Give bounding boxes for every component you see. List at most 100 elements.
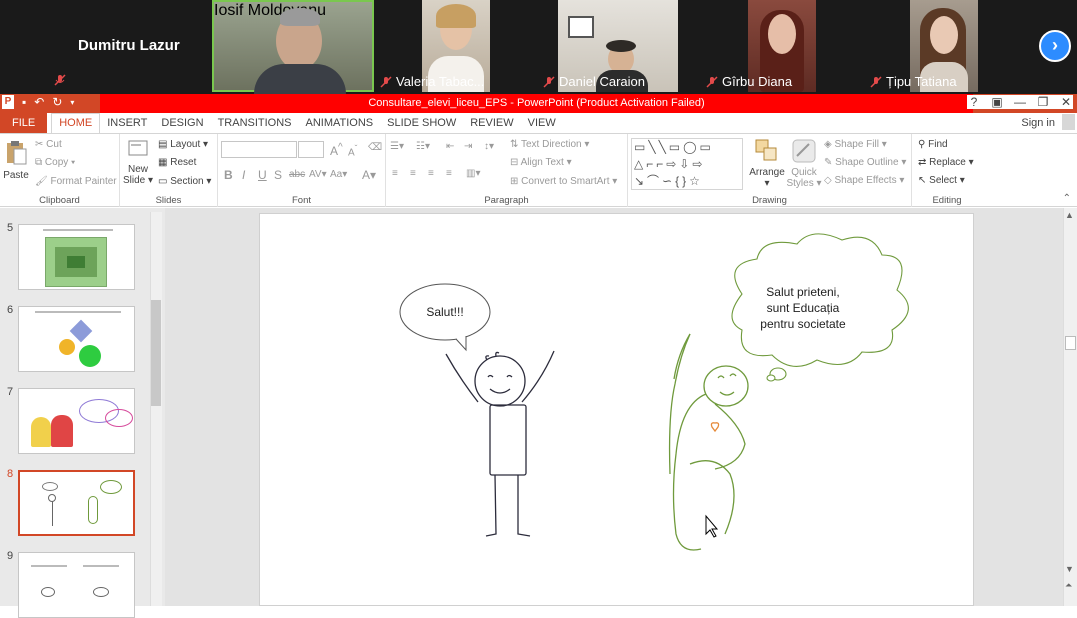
- cloud-text-line1: Salut prieteni,: [766, 285, 839, 299]
- thumbnail-scrollbar[interactable]: [150, 212, 162, 606]
- shapes-gallery[interactable]: ▭╲╲▭◯▭ △⌐⌐⇨⇩⇨ ↘⌒∽{}☆: [631, 138, 743, 190]
- columns-icon[interactable]: ▥▾: [466, 168, 480, 179]
- tab-transitions[interactable]: TRANSITIONS: [211, 117, 299, 129]
- participant-video-iosif[interactable]: Iosif Moldovanu: [212, 0, 374, 94]
- window-controls: ? ▣ — ❐ ✕: [967, 95, 1073, 109]
- collapse-ribbon-icon[interactable]: ⌃: [1063, 193, 1071, 204]
- tab-view[interactable]: VIEW: [521, 117, 563, 129]
- shape-fill-button[interactable]: ◈ Shape Fill ▾: [824, 139, 887, 150]
- pen-icon: ✎: [824, 157, 833, 168]
- arrange-button[interactable]: Arrange ▾: [746, 138, 788, 189]
- slide-thumbnail-pane: 5 6 7 8 9: [0, 208, 165, 618]
- previous-slide-icon[interactable]: ⏶: [1065, 580, 1072, 591]
- redo-icon[interactable]: ↻: [52, 95, 62, 109]
- char-spacing-button[interactable]: AV▾: [309, 169, 327, 180]
- copy-button[interactable]: ⧉ Copy ▾: [35, 157, 75, 168]
- bullets-icon[interactable]: ☰▾: [390, 141, 404, 152]
- align-right-icon[interactable]: ≡: [428, 168, 434, 179]
- strikethrough-button[interactable]: abc: [289, 169, 305, 180]
- close-icon[interactable]: ✕: [1059, 95, 1073, 109]
- layout-button[interactable]: ▤ Layout ▾: [158, 139, 208, 150]
- editing-group: ⚲ Find ⇄ Replace ▾ ↖ Select ▾ Editing: [912, 134, 982, 207]
- zoom-participant-strip: Dumitru Lazur Iosif Moldovanu Valeria Ta…: [0, 0, 1077, 94]
- change-case-button[interactable]: Aa▾: [330, 169, 347, 180]
- customize-qat-icon[interactable]: ▾: [70, 98, 74, 107]
- participant-name-large: Dumitru Lazur: [78, 37, 180, 54]
- font-size-select[interactable]: [298, 141, 324, 158]
- tab-file[interactable]: FILE: [0, 113, 48, 133]
- cut-button[interactable]: ✂ Cut: [35, 139, 62, 150]
- chevron-right-icon[interactable]: ›: [1039, 30, 1071, 62]
- slide-thumbnail-6[interactable]: [18, 306, 135, 372]
- underline-button[interactable]: U: [258, 168, 267, 182]
- user-avatar-icon[interactable]: [1062, 114, 1075, 130]
- tab-design[interactable]: DESIGN: [154, 117, 210, 129]
- sign-in-link[interactable]: Sign in: [1021, 117, 1055, 129]
- slide-thumbnail-7[interactable]: [18, 388, 135, 454]
- bold-button[interactable]: B: [224, 168, 233, 182]
- italic-button[interactable]: I: [242, 168, 245, 182]
- numbering-icon[interactable]: ☷▾: [416, 141, 430, 152]
- align-left-icon[interactable]: ≡: [392, 168, 398, 179]
- tab-slide-show[interactable]: SLIDE SHOW: [380, 117, 463, 129]
- slide-thumbnail-8[interactable]: [18, 470, 135, 536]
- shape-outline-button[interactable]: ✎ Shape Outline ▾: [824, 157, 906, 168]
- undo-icon[interactable]: ↶: [34, 95, 44, 109]
- tab-insert[interactable]: INSERT: [100, 117, 154, 129]
- line-spacing-icon[interactable]: ↕▾: [484, 141, 494, 152]
- maximize-icon[interactable]: ❐: [1036, 95, 1050, 109]
- font-name-select[interactable]: [221, 141, 297, 158]
- justify-icon[interactable]: ≡: [446, 168, 452, 179]
- new-slide-button[interactable]: New Slide ▾: [122, 137, 154, 186]
- align-text-button[interactable]: ⊟ Align Text ▾: [510, 157, 572, 168]
- ribbon-tabs: FILE HOME INSERT DESIGN TRANSITIONS ANIM…: [0, 113, 1077, 133]
- shape-effects-button[interactable]: ◇ Shape Effects ▾: [824, 175, 904, 186]
- brush-icon: 🖌: [35, 176, 48, 187]
- scroll-thumb[interactable]: [1065, 336, 1076, 350]
- tab-animations[interactable]: ANIMATIONS: [299, 117, 381, 129]
- move-cursor-icon: [705, 514, 719, 538]
- shadow-text-button[interactable]: S: [274, 168, 282, 182]
- find-button[interactable]: ⚲ Find: [918, 139, 948, 150]
- align-text-icon: ⊟: [510, 157, 519, 168]
- decrease-indent-icon[interactable]: ⇤: [446, 141, 454, 152]
- grow-font-button[interactable]: A^: [330, 142, 343, 158]
- font-group: A^ Aˇ ⌫ B I U S abc AV▾ Aa▾ A▾ Font: [218, 134, 386, 207]
- participant-name-daniel: Daniel Caraion: [543, 74, 645, 89]
- binoculars-icon: ⚲: [918, 139, 926, 150]
- restore-ribbon-icon[interactable]: ▣: [990, 95, 1004, 109]
- bubble-text-left: Salut!!!: [426, 305, 463, 319]
- paste-icon: [7, 141, 27, 165]
- main-vertical-scrollbar[interactable]: ▲ ▼ ⏶: [1063, 208, 1077, 606]
- replace-button[interactable]: ⇄ Replace ▾: [918, 157, 974, 168]
- slide-thumbnail-9[interactable]: [18, 552, 135, 618]
- slide-thumbnail-5[interactable]: [18, 224, 135, 290]
- muted-mic-icon: [543, 75, 555, 88]
- cursor-icon: ↖: [918, 175, 927, 186]
- thumbnail-scroll-thumb[interactable]: [151, 300, 161, 406]
- slide-canvas[interactable]: Salut!!! Salut prieteni, sunt Educația p…: [259, 213, 974, 606]
- quick-styles-button[interactable]: Quick Styles ▾: [786, 138, 822, 189]
- paste-button[interactable]: Paste: [3, 139, 29, 181]
- select-button[interactable]: ↖ Select ▾: [918, 175, 965, 186]
- drawing-label: Drawing: [752, 195, 787, 206]
- clear-format-icon[interactable]: ⌫: [368, 142, 382, 153]
- tab-home[interactable]: HOME: [51, 113, 101, 133]
- thumb-number: 6: [7, 304, 14, 316]
- align-center-icon[interactable]: ≡: [410, 168, 416, 179]
- font-color-button[interactable]: A▾: [362, 168, 376, 182]
- increase-indent-icon[interactable]: ⇥: [464, 141, 472, 152]
- reset-button[interactable]: ▦ Reset: [158, 157, 196, 168]
- muted-mic-icon: [54, 74, 66, 89]
- minimize-icon[interactable]: —: [1013, 95, 1027, 109]
- participant-name-valeria: Valeria Tabac...: [380, 74, 484, 89]
- shrink-font-button[interactable]: Aˇ: [348, 143, 357, 158]
- tab-review[interactable]: REVIEW: [463, 117, 520, 129]
- save-icon[interactable]: ▪: [22, 95, 26, 109]
- text-direction-button[interactable]: ⇅ Text Direction ▾: [510, 139, 589, 150]
- help-icon[interactable]: ?: [967, 95, 981, 109]
- convert-smartart-button[interactable]: ⊞ Convert to SmartArt ▾: [510, 176, 617, 187]
- participant-tile-dumitru[interactable]: Dumitru Lazur: [50, 0, 210, 92]
- format-painter-button[interactable]: 🖌 Format Painter: [35, 176, 117, 187]
- section-button[interactable]: ▭ Section ▾: [158, 176, 211, 187]
